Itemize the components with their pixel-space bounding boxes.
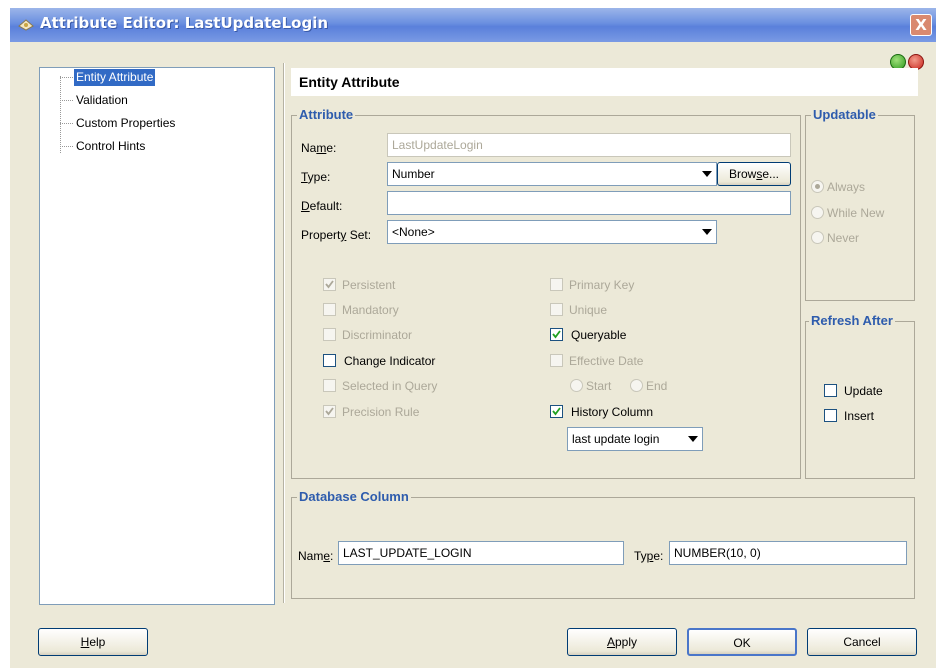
refresh-insert-checkbox[interactable] (824, 409, 837, 422)
panel-title: Entity Attribute (299, 74, 400, 90)
effective-end-label: End (646, 379, 668, 393)
radio-dot (815, 184, 820, 189)
refresh-update-label: Update (844, 384, 883, 398)
queryable-label: Queryable (571, 328, 627, 342)
mandatory-checkbox[interactable] (323, 303, 336, 316)
never-radio[interactable] (811, 231, 824, 244)
attribute-group-title: Attribute (297, 107, 356, 122)
effective-date-checkbox[interactable] (550, 354, 563, 367)
history-column-label: History Column (571, 405, 654, 419)
property-set-label: Property Set: (301, 228, 372, 242)
primary-key-label: Primary Key (569, 278, 635, 292)
tree-item-validation[interactable]: Validation (74, 92, 130, 109)
db-name-field[interactable]: LAST_UPDATE_LOGIN (338, 541, 624, 565)
database-column-group-title: Database Column (297, 489, 411, 504)
panel-divider (283, 63, 285, 603)
apply-button[interactable]: Apply (567, 628, 677, 656)
refresh-after-group-title: Refresh After (809, 313, 895, 328)
while-new-radio[interactable] (811, 206, 824, 219)
precision-rule-checkbox[interactable] (323, 405, 336, 418)
close-button[interactable]: X (910, 14, 932, 36)
app-icon (18, 19, 34, 31)
property-set-select[interactable]: <None> (387, 220, 717, 244)
property-set-value: <None> (392, 225, 435, 239)
always-label: Always (827, 180, 866, 194)
navigation-tree[interactable]: Entity Attribute Validation Custom Prope… (39, 67, 275, 605)
window-title: Attribute Editor: LastUpdateLogin (40, 14, 329, 32)
primary-key-checkbox[interactable] (550, 278, 563, 291)
discriminator-checkbox[interactable] (323, 328, 336, 341)
close-icon: X (915, 16, 927, 34)
unique-label: Unique (569, 303, 608, 317)
updatable-group-title: Updatable (811, 107, 878, 122)
browse-button[interactable]: Browse... (717, 162, 791, 186)
persistent-checkbox[interactable] (323, 278, 336, 291)
db-name-label: Name: (298, 549, 334, 563)
always-radio[interactable] (811, 180, 824, 193)
selected-in-query-label: Selected in Query (342, 379, 438, 393)
default-field[interactable] (387, 191, 791, 215)
chevron-down-icon (702, 171, 712, 177)
change-indicator-label: Change Indicator (344, 354, 436, 368)
discriminator-label: Discriminator (342, 328, 413, 342)
history-type-value: last update login (572, 432, 660, 446)
default-label: Default: (301, 199, 343, 213)
precision-rule-label: Precision Rule (342, 405, 420, 419)
title-bar[interactable]: Attribute Editor: LastUpdateLogin X (10, 8, 936, 42)
db-type-label: Type: (634, 549, 664, 563)
check-icon (552, 407, 561, 416)
tree-connector (60, 77, 73, 78)
while-new-label: While New (827, 206, 885, 220)
history-column-checkbox[interactable] (550, 405, 563, 418)
type-select[interactable]: Number (387, 162, 717, 186)
help-button[interactable]: Help (38, 628, 148, 656)
chevron-down-icon (688, 436, 698, 442)
ok-button[interactable]: OK (687, 628, 797, 656)
db-type-field[interactable]: NUMBER(10, 0) (669, 541, 907, 565)
type-label: Type: (301, 170, 331, 184)
check-icon (325, 280, 334, 289)
persistent-label: Persistent (342, 278, 396, 292)
tree-item-entity-attribute[interactable]: Entity Attribute (74, 69, 156, 86)
unique-checkbox[interactable] (550, 303, 563, 316)
refresh-after-group (805, 321, 915, 479)
mandatory-label: Mandatory (342, 303, 399, 317)
tree-connector (60, 100, 73, 101)
tree-item-custom-properties[interactable]: Custom Properties (74, 115, 177, 132)
check-icon (552, 330, 561, 339)
check-icon (325, 407, 334, 416)
tree-connector (60, 76, 61, 153)
selected-in-query-checkbox[interactable] (323, 379, 336, 392)
attribute-editor-dialog: Attribute Editor: LastUpdateLogin X Enti… (10, 8, 936, 668)
tree-item-control-hints[interactable]: Control Hints (74, 138, 147, 155)
name-label: Name: (301, 141, 337, 155)
effective-start-label: Start (586, 379, 612, 393)
history-type-select[interactable]: last update login (567, 427, 703, 451)
never-label: Never (827, 231, 860, 245)
name-field[interactable]: LastUpdateLogin (387, 133, 791, 157)
cancel-button[interactable]: Cancel (807, 628, 917, 656)
chevron-down-icon (702, 229, 712, 235)
change-indicator-checkbox[interactable] (323, 354, 336, 367)
effective-end-radio[interactable] (630, 379, 643, 392)
type-select-value: Number (392, 167, 435, 181)
effective-start-radio[interactable] (570, 379, 583, 392)
effective-date-label: Effective Date (569, 354, 644, 368)
tree-connector (60, 123, 73, 124)
tree-connector (60, 146, 73, 147)
refresh-insert-label: Insert (844, 409, 875, 423)
queryable-checkbox[interactable] (550, 328, 563, 341)
refresh-update-checkbox[interactable] (824, 384, 837, 397)
